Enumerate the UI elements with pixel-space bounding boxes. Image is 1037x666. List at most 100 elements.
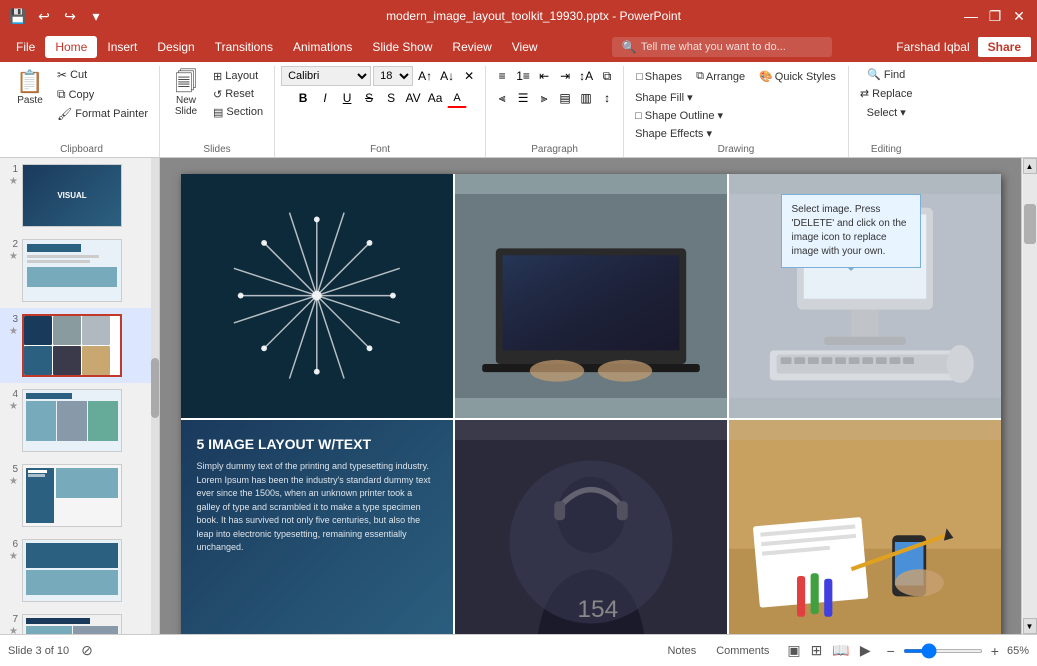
zoom-in-button[interactable]: + [987, 641, 1003, 661]
align-right-button[interactable]: ⫸ [534, 88, 554, 108]
minimize-button[interactable]: — [961, 6, 981, 26]
slide-star-6: ★ [9, 551, 18, 562]
zoom-slider[interactable] [903, 649, 983, 653]
char-spacing-button[interactable]: AV [403, 88, 423, 108]
menu-design[interactable]: Design [147, 36, 204, 58]
undo-button[interactable]: ↩ [34, 6, 54, 26]
font-increase-button[interactable]: A↑ [415, 66, 435, 86]
customize-quick-access-button[interactable]: ▾ [86, 6, 106, 26]
user-name[interactable]: Farshad Iqbal [896, 40, 969, 54]
menu-insert[interactable]: Insert [97, 36, 147, 58]
slide-thumb-6[interactable]: 6 ★ [0, 533, 159, 608]
slide-thumb-3[interactable]: 3 ★ [0, 308, 159, 383]
redo-button[interactable]: ↪ [60, 6, 80, 26]
cell-headphone[interactable]: 154 [455, 420, 727, 634]
replace-button[interactable]: ⇄ Replace [855, 85, 918, 102]
slide-sorter-button[interactable]: ⊞ [807, 640, 827, 661]
font-family-select[interactable]: Calibri [281, 66, 371, 86]
underline-button[interactable]: U [337, 88, 357, 108]
align-left-button[interactable]: ⫷ [492, 88, 512, 108]
increase-indent-button[interactable]: ⇥ [555, 66, 575, 86]
change-case-button[interactable]: Aa [425, 88, 445, 108]
section-button[interactable]: ▤ Section [208, 104, 268, 121]
numbering-button[interactable]: 1≡ [513, 66, 533, 86]
scroll-up-button[interactable]: ▲ [1023, 158, 1037, 174]
scrollbar-track[interactable] [1023, 174, 1037, 618]
slide-panel: 1 ★ VISUAL 2 ★ [0, 158, 160, 634]
italic-button[interactable]: I [315, 88, 335, 108]
shape-effects-button[interactable]: Shape Effects ▾ [630, 125, 728, 142]
notes-button[interactable]: Notes [661, 643, 702, 659]
slide-thumb-2[interactable]: 2 ★ [0, 233, 159, 308]
justify-button[interactable]: ▤ [555, 88, 575, 108]
bold-button[interactable]: B [293, 88, 313, 108]
normal-view-button[interactable]: ▣ [783, 640, 804, 661]
accessibility-button[interactable]: ⊘ [77, 640, 97, 661]
menu-animations[interactable]: Animations [283, 36, 362, 58]
layout-button[interactable]: ⊞ Layout [208, 68, 268, 85]
cell-laptop[interactable] [455, 174, 727, 418]
slide-panel-scrollbar[interactable] [151, 158, 159, 634]
close-button[interactable]: ✕ [1009, 6, 1029, 26]
font-decrease-button[interactable]: A↓ [437, 66, 457, 86]
canvas-area[interactable]: Select image. Press 'DELETE' and click o… [160, 158, 1021, 634]
reading-view-button[interactable]: 📖 [828, 640, 853, 661]
zoom-out-button[interactable]: − [883, 641, 899, 661]
slide-thumb-5[interactable]: 5 ★ [0, 458, 159, 533]
slide-thumb-4[interactable]: 4 ★ [0, 383, 159, 458]
shapes-button[interactable]: □ Shapes [630, 66, 688, 87]
font-label: Font [370, 142, 390, 157]
find-button[interactable]: 🔍 Find [862, 66, 910, 83]
select-button[interactable]: Select ▾ [862, 104, 911, 121]
vertical-scrollbar[interactable]: ▲ ▼ [1021, 158, 1037, 634]
shape-fill-button[interactable]: Shape Fill ▾ [630, 89, 728, 106]
slide-panel-scrollbar-thumb[interactable] [151, 358, 159, 418]
scrollbar-thumb[interactable] [1024, 204, 1036, 244]
slide-thumb-img-5 [22, 464, 122, 527]
columns-button[interactable]: ▥ [576, 88, 596, 108]
font-color-button[interactable]: A [447, 88, 467, 108]
convert-smartart-button[interactable]: ⧉ [597, 66, 617, 86]
new-slide-icon: 🗐 [175, 71, 197, 93]
cell-text-overlay[interactable]: 5 IMAGE LAYOUT W/TEXT Simply dummy text … [181, 420, 453, 634]
quick-styles-button[interactable]: 🎨 Quick Styles [753, 66, 842, 87]
text-direction-button[interactable]: ↕A [576, 66, 596, 86]
menu-slideshow[interactable]: Slide Show [362, 36, 442, 58]
line-spacing-button[interactable]: ↕ [597, 88, 617, 108]
font-size-select[interactable]: 18 [373, 66, 413, 86]
decrease-indent-button[interactable]: ⇤ [534, 66, 554, 86]
slideshow-view-button[interactable]: ▶ [856, 640, 875, 661]
restore-button[interactable]: ❐ [985, 6, 1005, 26]
menu-file[interactable]: File [6, 36, 45, 58]
arrange-button[interactable]: ⧉ Arrange [690, 66, 751, 87]
menu-home[interactable]: Home [45, 36, 97, 58]
menu-review[interactable]: Review [442, 36, 501, 58]
align-center-button[interactable]: ☰ [513, 88, 533, 108]
slide-thumb-img-3 [22, 314, 122, 377]
menu-transitions[interactable]: Transitions [205, 36, 283, 58]
format-painter-button[interactable]: 🖌 Format Painter [52, 105, 153, 123]
slide-body-text: Simply dummy text of the printing and ty… [197, 460, 437, 555]
cell-desk[interactable] [729, 420, 1001, 634]
new-slide-button[interactable]: 🗐 New Slide [166, 66, 206, 122]
clipboard-group: 📋 Paste ✂ Cut ⧉ Copy 🖌 Format Painter [4, 66, 160, 157]
menu-view[interactable]: View [502, 36, 548, 58]
comments-button[interactable]: Comments [710, 643, 775, 659]
shape-outline-button[interactable]: □ Shape Outline ▾ [630, 107, 728, 124]
shadow-button[interactable]: S [381, 88, 401, 108]
cut-button[interactable]: ✂ Cut [52, 66, 153, 84]
strikethrough-button[interactable]: S [359, 88, 379, 108]
slide-thumb-7[interactable]: 7 ★ [0, 608, 159, 634]
bullets-button[interactable]: ≡ [492, 66, 512, 86]
copy-button[interactable]: ⧉ Copy [52, 85, 153, 104]
clear-formatting-button[interactable]: ✕ [459, 66, 479, 86]
slide-thumb-1[interactable]: 1 ★ VISUAL [0, 158, 159, 233]
scroll-down-button[interactable]: ▼ [1023, 618, 1037, 634]
slide-thumb-img-4 [22, 389, 122, 452]
cut-icon: ✂ [57, 68, 67, 82]
cell-fireworks[interactable] [181, 174, 453, 418]
save-button[interactable]: 💾 [8, 6, 28, 26]
paste-button[interactable]: 📋 Paste [10, 66, 50, 123]
share-button[interactable]: Share [978, 37, 1031, 57]
reset-button[interactable]: ↺ Reset [208, 86, 268, 103]
